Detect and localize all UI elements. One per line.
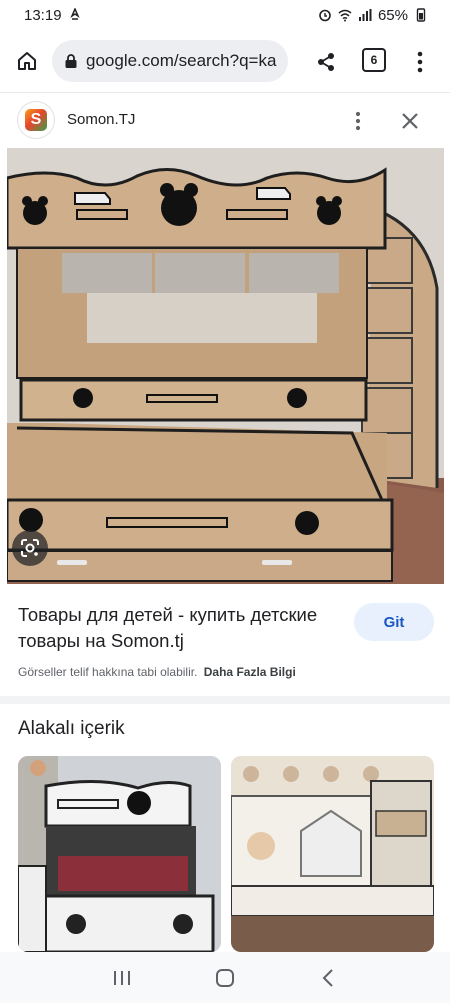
browser-toolbar: google.com/search?q=ka 6 — [0, 34, 450, 88]
status-bar: 13:19 65% — [0, 0, 450, 30]
more-vert-icon — [417, 51, 423, 73]
browser-menu-button[interactable] — [408, 46, 432, 78]
copyright-notice: Görseller telif hakkına tabi olabilir. D… — [18, 665, 296, 679]
status-time: 13:19 — [24, 6, 62, 24]
battery-icon — [416, 8, 426, 22]
site-name[interactable]: Somon.TJ — [67, 111, 135, 128]
nav-home-button[interactable] — [205, 958, 245, 998]
url-text: google.com/search?q=ka — [86, 51, 277, 70]
visit-button[interactable]: Git — [354, 603, 434, 641]
favicon-logo: S — [25, 109, 47, 131]
tab-switcher-button[interactable]: 6 — [362, 48, 386, 72]
alarm-icon — [319, 9, 331, 22]
share-button[interactable] — [310, 46, 342, 78]
more-info-link[interactable]: Daha Fazla Bilgi — [204, 665, 296, 679]
back-button[interactable] — [308, 958, 348, 998]
close-button[interactable] — [396, 107, 424, 135]
kids-bed-with-house-photo — [231, 756, 434, 952]
status-right: 65% — [318, 7, 428, 24]
google-lens-icon — [21, 539, 39, 557]
section-divider — [0, 696, 450, 704]
nav-home-icon — [215, 968, 234, 987]
back-icon — [322, 968, 334, 987]
signal-icon — [358, 9, 372, 21]
recent-apps-icon — [113, 970, 130, 985]
image-source-header: S Somon.TJ — [0, 92, 450, 148]
site-favicon: S — [18, 102, 54, 138]
related-content-heading: Alakalı içerik — [18, 718, 125, 739]
home-icon — [18, 52, 36, 70]
battery-percent: 65% — [377, 6, 408, 24]
close-icon — [402, 113, 418, 129]
white-bunk-bed-photo — [18, 756, 221, 952]
copyright-text: Görseller telif hakkına tabi olabilir. — [18, 665, 198, 679]
lock-icon — [65, 54, 77, 68]
google-lens-button[interactable] — [12, 530, 48, 566]
related-thumbnail[interactable] — [18, 756, 221, 952]
recent-apps-button[interactable] — [102, 958, 142, 998]
status-left: 13:19 — [24, 7, 82, 24]
related-thumbnail[interactable] — [231, 756, 434, 952]
wifi-icon — [338, 9, 352, 22]
address-bar[interactable]: google.com/search?q=ka — [52, 40, 288, 82]
result-title[interactable]: Товары для детей - купить детские товары… — [18, 602, 338, 654]
system-navigation-bar — [0, 952, 450, 1003]
notification-icon — [69, 8, 80, 20]
more-vert-icon — [355, 111, 361, 131]
share-icon — [318, 53, 334, 71]
home-button[interactable] — [0, 34, 54, 88]
more-options-button[interactable] — [348, 107, 368, 135]
main-result-image[interactable] — [7, 148, 444, 584]
bunk-bed-photo — [7, 148, 444, 584]
